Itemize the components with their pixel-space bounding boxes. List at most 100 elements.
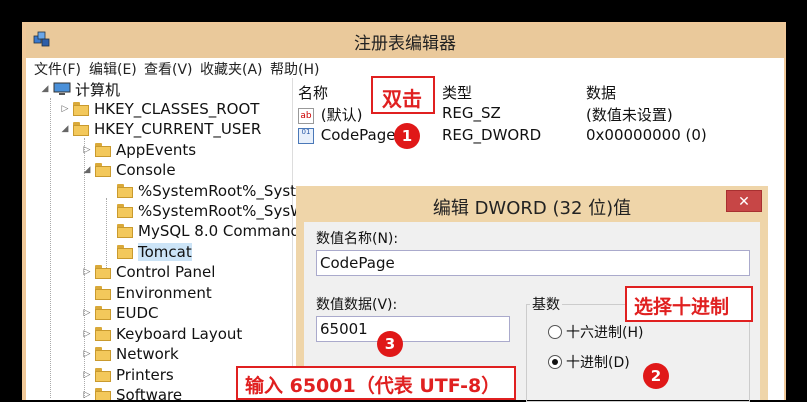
folder-icon (95, 265, 111, 279)
tree-item-control-panel[interactable]: ▷ Control Panel (82, 262, 216, 282)
column-header-data[interactable]: 数据 (586, 82, 616, 103)
callout-double-click: 双击 (371, 76, 435, 114)
tree-item-label: Tomcat (138, 243, 192, 261)
value-data-input[interactable]: 65001 (316, 316, 510, 342)
tree-item-console-mysql[interactable]: MySQL 8.0 Command (104, 221, 300, 241)
menu-favorites[interactable]: 收藏夹(A) (200, 59, 263, 79)
tree-item-label: %SystemRoot%_Syste (138, 182, 306, 200)
hex-radio-label[interactable]: 十六进制(H) (566, 322, 643, 342)
tree-item-label: Printers (116, 366, 174, 384)
expand-arrow-icon[interactable]: ▷ (82, 390, 92, 400)
expand-arrow-icon[interactable]: ▷ (82, 308, 92, 318)
expand-arrow-icon[interactable]: ▷ (60, 104, 70, 114)
computer-icon (53, 82, 71, 95)
folder-icon (117, 204, 133, 218)
callout-select-decimal: 选择十进制 (625, 286, 753, 322)
collapse-arrow-icon[interactable]: ◢ (40, 84, 50, 94)
menu-file[interactable]: 文件(F) (34, 59, 81, 79)
tree-item-hkcr[interactable]: ▷ HKEY_CLASSES_ROOT (60, 99, 260, 119)
folder-icon (117, 245, 133, 259)
tree-item-console-tomcat[interactable]: Tomcat (104, 242, 192, 262)
tree-item-network[interactable]: ▷ Network (82, 344, 179, 364)
title-bar[interactable]: 注册表编辑器 (26, 24, 784, 58)
expand-arrow-icon[interactable]: ▷ (82, 349, 92, 359)
tree-item-console-syswow64[interactable]: %SystemRoot%_SysW (104, 201, 305, 221)
tree-guide-line (50, 98, 51, 398)
folder-icon (95, 347, 111, 361)
folder-icon (117, 224, 133, 238)
folder-icon (95, 286, 111, 300)
tree-item-software[interactable]: ▷ Software (82, 385, 182, 400)
expand-arrow-icon[interactable]: ▷ (82, 267, 92, 277)
tree-item-label: Control Panel (116, 263, 216, 281)
tree-item-label: Environment (116, 284, 212, 302)
value-data: 0x00000000 (0) (586, 126, 707, 144)
tree-item-keyboard-layout[interactable]: ▷ Keyboard Layout (82, 324, 243, 344)
step-1-badge: 1 (394, 123, 420, 149)
menu-edit[interactable]: 编辑(E) (89, 59, 137, 79)
registry-tree[interactable]: ◢ 计算机 ▷ HKEY_CLASSES_ROOT ◢ HKEY_CURRENT… (26, 78, 305, 400)
value-row-default[interactable]: ab (默认) (298, 104, 363, 124)
tree-item-hkcu[interactable]: ◢ HKEY_CURRENT_USER (60, 119, 262, 139)
value-name-field[interactable]: CodePage (316, 250, 750, 276)
values-pane[interactable]: 名称 类型 数据 ab (默认) REG_SZ (数值未设置) 01 CodeP… (294, 78, 784, 188)
collapse-arrow-icon[interactable]: ◢ (60, 124, 70, 134)
tree-item-environment[interactable]: Environment (82, 283, 212, 303)
callout-enter-value: 输入 65001（代表 UTF-8） (236, 366, 516, 400)
column-header-type[interactable]: 类型 (442, 82, 472, 103)
tree-item-label: Console (116, 161, 176, 179)
tree-item-label: HKEY_CLASSES_ROOT (94, 100, 260, 118)
folder-icon (95, 327, 111, 341)
step-3-badge: 3 (377, 331, 403, 357)
tree-item-console-system32[interactable]: %SystemRoot%_Syste (104, 181, 305, 201)
hex-radio[interactable] (548, 325, 562, 339)
folder-icon (117, 184, 133, 198)
base-label: 基数 (530, 294, 562, 314)
tree-item-label: 计算机 (75, 80, 121, 99)
value-data: (数值未设置) (586, 106, 673, 124)
value-data-label: 数值数据(V): (316, 297, 398, 313)
folder-icon (95, 306, 111, 320)
tree-item-eudc[interactable]: ▷ EUDC (82, 303, 159, 323)
tree-item-computer[interactable]: ◢ 计算机 (40, 79, 120, 99)
folder-icon (73, 122, 89, 136)
folder-icon (95, 163, 111, 177)
expand-arrow-icon[interactable]: ▷ (82, 370, 92, 380)
menu-bar: 文件(F) 编辑(E) 查看(V) 收藏夹(A) 帮助(H) (26, 58, 784, 78)
tree-item-label: Software (116, 386, 183, 400)
step-2-badge: 2 (643, 363, 669, 389)
column-header-name[interactable]: 名称 (298, 82, 328, 103)
value-type: REG_SZ (442, 104, 501, 122)
tree-item-label: MySQL 8.0 Command (138, 222, 300, 240)
value-name-label: 数值名称(N): (316, 231, 399, 247)
tree-item-label: Keyboard Layout (116, 325, 243, 343)
dword-value-icon: 01 (298, 127, 314, 144)
value-row-codepage[interactable]: 01 CodePage (298, 126, 396, 146)
tree-item-console[interactable]: ◢ Console (82, 160, 176, 180)
value-type: REG_DWORD (442, 126, 542, 144)
decimal-radio[interactable] (548, 355, 562, 369)
folder-icon (95, 388, 111, 400)
folder-icon (95, 368, 111, 382)
window-title: 注册表编辑器 (354, 34, 456, 54)
collapse-arrow-icon[interactable]: ◢ (82, 165, 92, 175)
close-button[interactable]: ✕ (726, 190, 762, 212)
tree-item-label: HKEY_CURRENT_USER (94, 120, 262, 138)
tree-item-printers[interactable]: ▷ Printers (82, 365, 174, 385)
tree-item-label: AppEvents (116, 141, 197, 159)
value-name: CodePage (320, 126, 396, 144)
expand-arrow-icon[interactable]: ▷ (82, 145, 92, 155)
value-name: (默认) (320, 106, 363, 124)
tree-item-label: Network (116, 345, 179, 363)
tree-item-appevents[interactable]: ▷ AppEvents (82, 140, 197, 160)
dialog-title: 编辑 DWORD (32 位)值 (432, 198, 632, 219)
string-value-icon: ab (298, 107, 314, 124)
expand-arrow-icon[interactable]: ▷ (82, 329, 92, 339)
folder-icon (95, 143, 111, 157)
decimal-radio-label[interactable]: 十进制(D) (566, 352, 630, 372)
menu-view[interactable]: 查看(V) (144, 59, 193, 79)
folder-icon (73, 102, 89, 116)
menu-help[interactable]: 帮助(H) (270, 59, 319, 79)
tree-item-label: EUDC (116, 304, 159, 322)
tree-item-label: %SystemRoot%_SysW (138, 202, 305, 220)
